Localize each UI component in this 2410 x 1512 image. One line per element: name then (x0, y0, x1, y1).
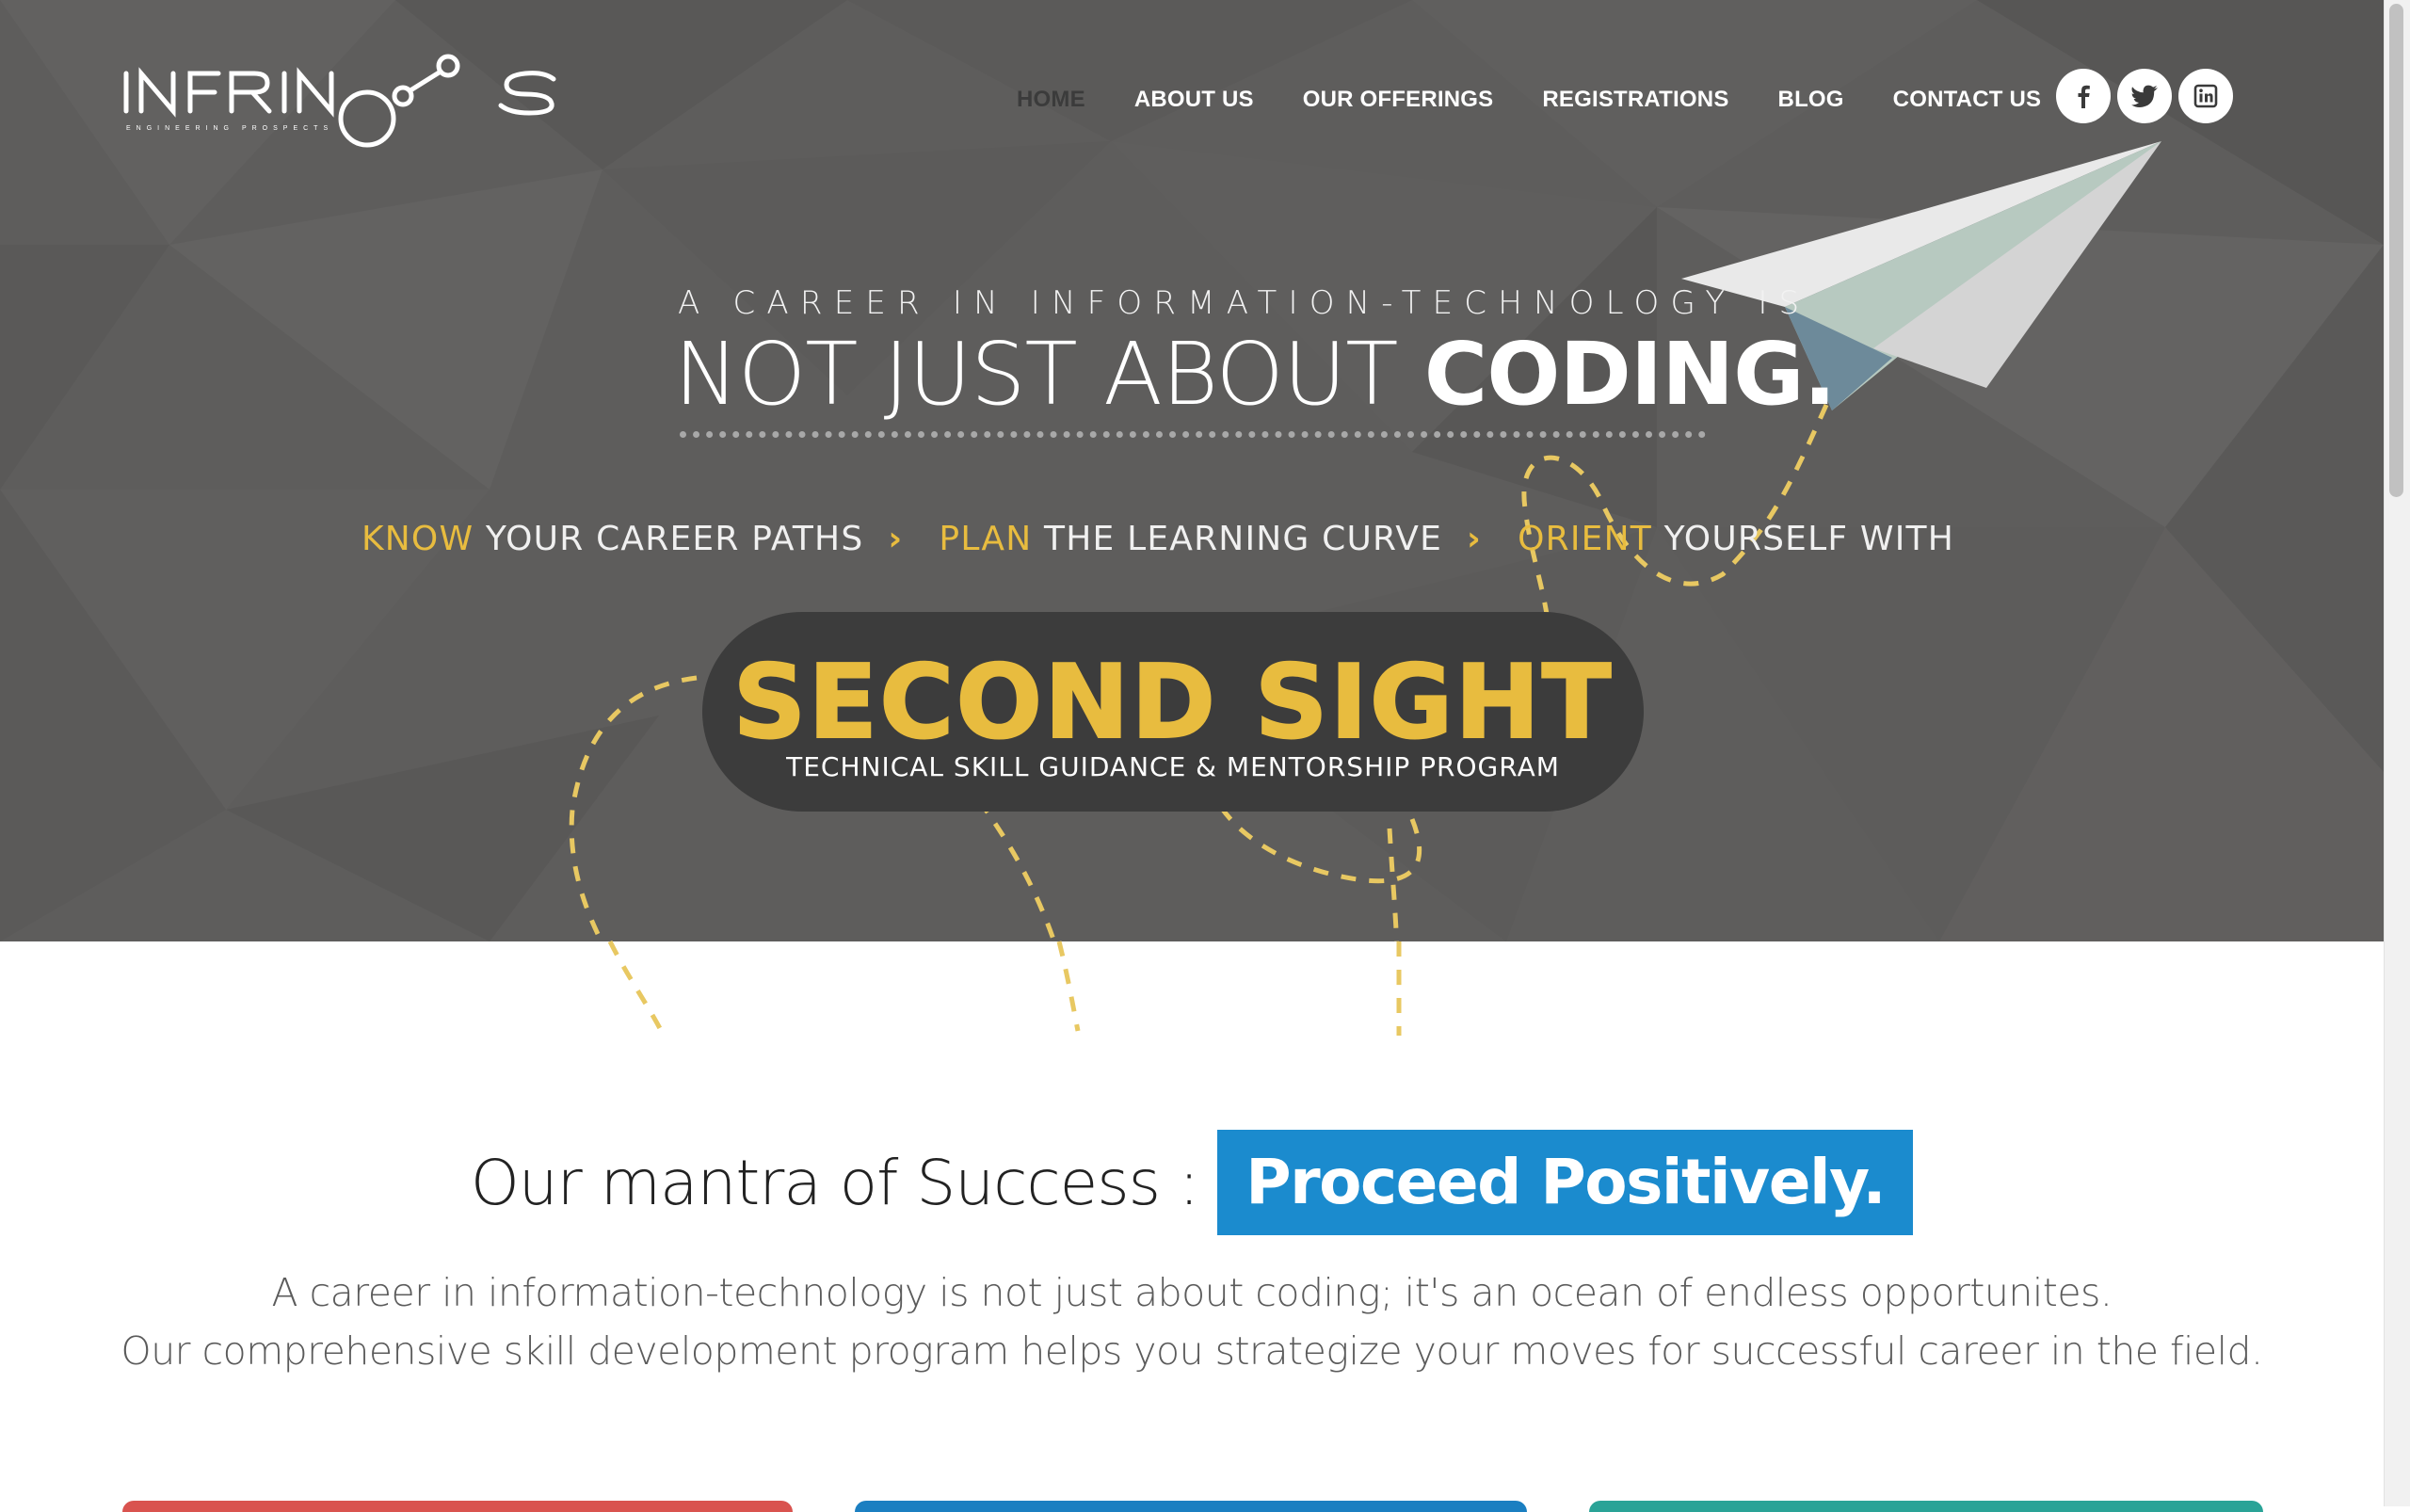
step-3-text: YOURSELF WITH (1651, 520, 1954, 558)
card-red-top (122, 1501, 793, 1512)
hero-headline: NOT JUST ABOUT CODING. (674, 324, 1837, 425)
linkedin-icon (2193, 84, 2218, 108)
headline-bold: CODING. (1423, 324, 1837, 425)
step-2-highlight: PLAN (939, 520, 1033, 558)
scrollbar-thumb[interactable] (2389, 4, 2403, 497)
linkedin-button[interactable] (2178, 69, 2233, 123)
badge-title: SECOND SIGHT (732, 643, 1614, 763)
nav-home[interactable]: HOME (1017, 87, 1085, 113)
step-1-highlight: KNOW (362, 520, 474, 558)
card-teal-top (1589, 1501, 2263, 1512)
step-2-text: THE LEARNING CURVE (1032, 520, 1443, 558)
badge-subtitle: TECHNICAL SKILL GUIDANCE & MENTORSHIP PR… (786, 751, 1560, 782)
second-sight-badge[interactable]: SECOND SIGHT TECHNICAL SKILL GUIDANCE & … (702, 612, 1644, 812)
nav-registrations[interactable]: REGISTRATIONS (1542, 87, 1728, 113)
infrinos-logo[interactable]: ENGINEERING PROSPECTS (120, 53, 572, 156)
intro-line-1: A career in information-technology is no… (271, 1270, 2113, 1315)
twitter-icon (2131, 85, 2158, 107)
nav-about-us[interactable]: ABOUT US (1134, 87, 1254, 113)
social-links (2056, 69, 2233, 123)
headline-light: NOT JUST ABOUT (674, 324, 1424, 425)
mantra-label: Our mantra of Success : (470, 1146, 1199, 1219)
mantra-highlight: Proceed Positively. (1217, 1130, 1914, 1235)
facebook-icon (2078, 85, 2090, 108)
facebook-button[interactable] (2056, 69, 2111, 123)
hero-section: ENGINEERING PROSPECTS HOME ABOUT US OUR … (0, 0, 2384, 941)
intro-line-2: Our comprehensive skill development prog… (120, 1328, 2263, 1374)
step-3-highlight: ORIENT (1518, 520, 1652, 558)
mantra-heading: Our mantra of Success : Proceed Positive… (0, 1130, 2384, 1235)
chevron-right-icon: › (1467, 520, 1483, 558)
headline-divider (680, 431, 1706, 438)
step-1-text: YOUR CAREER PATHS (474, 520, 864, 558)
main-nav: HOME ABOUT US OUR OFFERINGS REGISTRATION… (1017, 87, 2090, 113)
logo-tagline: ENGINEERING PROSPECTS (126, 125, 333, 132)
intro-paragraph: A career in information-technology is no… (0, 1263, 2384, 1380)
nav-our-offerings[interactable]: OUR OFFERINGS (1303, 87, 1494, 113)
twitter-button[interactable] (2117, 69, 2172, 123)
nav-blog[interactable]: BLOG (1778, 87, 1844, 113)
nav-contact-us[interactable]: CONTACT US (1893, 87, 2042, 113)
hero-kicker: A CAREER IN INFORMATION-TECHNOLOGY IS (678, 284, 1811, 322)
card-blue-top (855, 1501, 1527, 1512)
career-steps: KNOW YOUR CAREER PATHS › PLAN THE LEARNING… (362, 520, 1954, 558)
chevron-right-icon: › (888, 520, 904, 558)
